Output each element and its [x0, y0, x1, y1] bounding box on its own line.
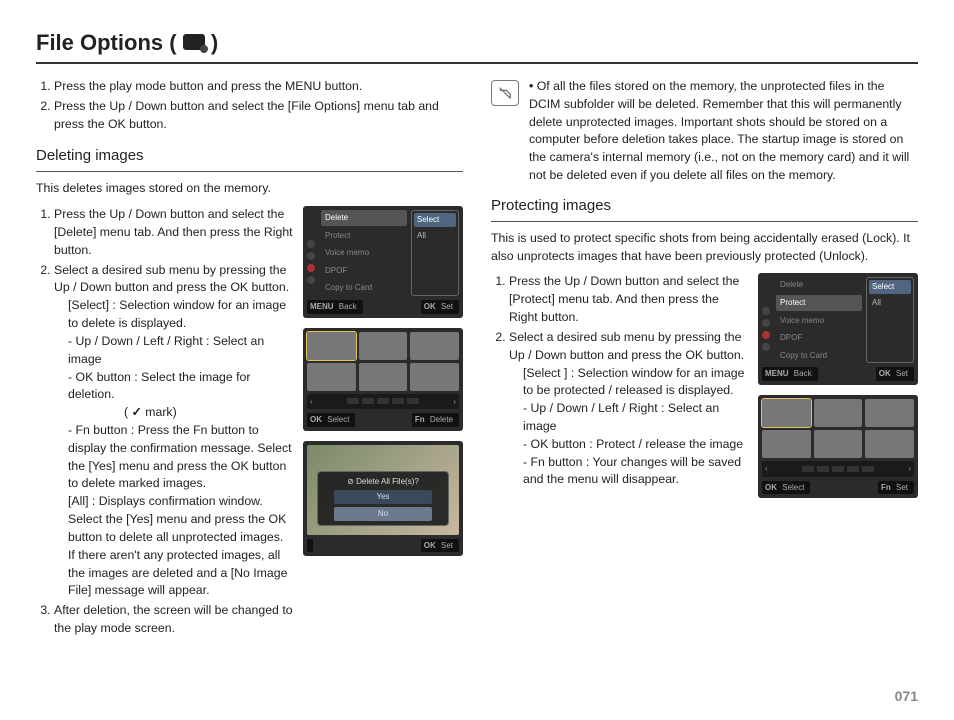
camera-menu-item: DPOF [321, 263, 407, 279]
camera-menu-item: Protect [776, 295, 862, 311]
camera-menu-item: Protect [321, 228, 407, 244]
intro-step: Press the play mode button and press the… [54, 78, 463, 96]
pselect-ok: - OK button : Protect / release the imag… [509, 436, 748, 454]
select-ok: - OK button : Select the image for delet… [54, 369, 293, 422]
right-column: Of all the files stored on the memory, t… [491, 78, 918, 640]
chevron-left-icon: ‹ [310, 396, 313, 408]
section-heading-deleting: Deleting images [36, 145, 463, 172]
deleting-steps: Press the Up / Down button and select th… [36, 206, 293, 638]
protecting-step-2: Select a desired sub menu by pressing th… [509, 329, 748, 489]
select-label: [Select] : Selection window for an image… [54, 297, 293, 333]
page-title-row: File Options ( ) [36, 30, 918, 64]
camera-screenshot-protect-menu: Delete Protect Voice memo DPOF Copy to C… [758, 273, 918, 385]
camera-submenu: Select All [411, 210, 459, 296]
protecting-desc: This is used to protect specific shots f… [491, 230, 918, 266]
camera-screenshot-confirm: ⊘ Delete All File(s)? Yes No OK Set [303, 441, 463, 557]
chevron-left-icon: ‹ [765, 463, 768, 475]
note-text: Of all the files stored on the memory, t… [529, 78, 918, 185]
camera-menu-item: Copy to Card [321, 280, 407, 296]
camera-submenu-item: Select [414, 213, 456, 227]
intro-steps: Press the play mode button and press the… [36, 78, 463, 133]
deleting-step-3: After deletion, the screen will be chang… [54, 602, 293, 638]
deleting-step-1: Press the Up / Down button and select th… [54, 206, 293, 259]
deleting-thumbnails: Delete Protect Voice memo DPOF Copy to C… [303, 206, 463, 640]
confirm-dialog: ⊘ Delete All File(s)? Yes No [317, 471, 449, 526]
confirm-no: No [334, 507, 432, 521]
section-heading-protecting: Protecting images [491, 195, 918, 222]
step2-lead: Select a desired sub menu by pressing th… [54, 263, 289, 295]
chevron-right-icon: › [453, 396, 456, 408]
camera-submenu-item: Select [869, 280, 911, 294]
camera-menu-item: Delete [776, 277, 862, 293]
pselect-nav: - Up / Down / Left / Right : Select an i… [509, 400, 748, 436]
note-callout: Of all the files stored on the memory, t… [491, 78, 918, 185]
camera-menu-item: Voice memo [321, 245, 407, 261]
camera-screenshot-grid: ‹ › OK Select Fn Delete [303, 328, 463, 431]
pselect-label: [Select ] : Selection window for an imag… [509, 365, 748, 401]
pselect-fn: - Fn button : Your changes will be saved… [509, 454, 748, 490]
confirm-yes: Yes [334, 490, 432, 504]
camera-menu-item: DPOF [776, 330, 862, 346]
camera-menu-item: Voice memo [776, 313, 862, 329]
camera-menu-item: Copy to Card [776, 348, 862, 364]
note-icon [491, 80, 519, 106]
camera-screenshot-menu: Delete Protect Voice memo DPOF Copy to C… [303, 206, 463, 318]
left-column: Press the play mode button and press the… [36, 78, 463, 640]
pstep2-lead: Select a desired sub menu by pressing th… [509, 330, 744, 362]
title-close-paren: ) [211, 30, 218, 55]
all-label: [All] : Displays confirmation window. Se… [54, 493, 293, 600]
select-fn: - Fn button : Press the Fn button to dis… [54, 422, 293, 493]
file-options-icon [183, 34, 205, 50]
intro-step: Press the Up / Down button and select th… [54, 98, 463, 134]
camera-submenu-item: All [414, 229, 456, 243]
deleting-step-2: Select a desired sub menu by pressing th… [54, 262, 293, 601]
page-title: File Options ( ) [36, 30, 218, 56]
camera-tab-dots [307, 240, 315, 284]
protecting-steps: Press the Up / Down button and select th… [491, 273, 748, 489]
chevron-right-icon: › [908, 463, 911, 475]
camera-submenu-item: All [869, 296, 911, 310]
protecting-step-1: Press the Up / Down button and select th… [509, 273, 748, 326]
check-icon: ✓ [132, 405, 142, 419]
protecting-thumbnails: Delete Protect Voice memo DPOF Copy to C… [758, 273, 918, 498]
page-number: 071 [895, 688, 918, 704]
select-nav: - Up / Down / Left / Right : Select an i… [54, 333, 293, 369]
camera-menu-list: Delete Protect Voice memo DPOF Copy to C… [321, 210, 407, 296]
deleting-desc: This deletes images stored on the memory… [36, 180, 463, 198]
camera-menu-item: Delete [321, 210, 407, 226]
camera-screenshot-protect-grid: ‹ › OK Select Fn Set [758, 395, 918, 498]
title-text: File Options ( [36, 30, 177, 55]
confirm-question: ⊘ Delete All File(s)? [347, 476, 419, 488]
